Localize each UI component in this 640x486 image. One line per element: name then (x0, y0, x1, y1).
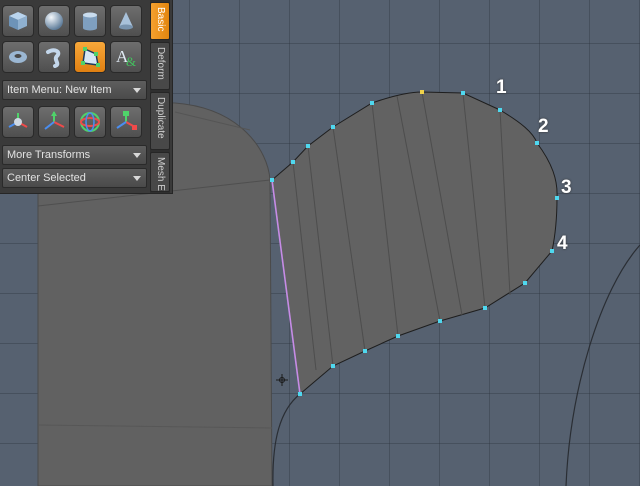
tab-basic-label: Basic (155, 7, 166, 32)
move-button[interactable] (2, 106, 34, 138)
tab-duplicate[interactable]: Duplicate (150, 92, 170, 150)
cube-icon (9, 12, 27, 30)
tab-deform[interactable]: Deform (150, 42, 170, 90)
point-label-3: 3 (561, 177, 572, 198)
crosshair-cursor-icon (276, 374, 288, 386)
point-label-1: 1 (496, 77, 507, 98)
chevron-down-icon (133, 153, 141, 158)
edited-polygon[interactable] (271, 91, 558, 395)
torus-button[interactable] (2, 41, 34, 73)
cone-icon (119, 12, 133, 30)
rotate-icon (44, 111, 65, 130)
scale-button[interactable] (74, 106, 106, 138)
tab-duplicate-label: Duplicate (155, 97, 166, 139)
capsule-icon (46, 48, 61, 68)
transform-icon (116, 111, 137, 130)
svg-text:&: & (126, 54, 136, 69)
sphere-icon (45, 12, 63, 30)
more-transforms-label: More Transforms (7, 149, 91, 161)
point-label-4: 4 (557, 233, 568, 254)
cylinder-button[interactable] (74, 5, 106, 37)
cone-button[interactable] (110, 5, 142, 37)
tab-basic[interactable]: Basic (150, 2, 170, 40)
tab-deform-label: Deform (155, 47, 166, 80)
capsule-button[interactable] (38, 41, 70, 73)
spline-curve (272, 393, 301, 486)
move-icon (8, 113, 28, 128)
transform-button[interactable] (110, 106, 142, 138)
sphere-button[interactable] (38, 5, 70, 37)
center-selected-dropdown[interactable]: Center Selected (2, 168, 147, 188)
rotate-button[interactable] (38, 106, 70, 138)
pen-tool-icon (81, 47, 100, 67)
chevron-down-icon (133, 88, 141, 93)
tab-mesh-edit[interactable]: Mesh Ed (150, 152, 170, 192)
chevron-down-icon (133, 176, 141, 181)
tab-mesh-edit-label: Mesh Ed (155, 157, 166, 192)
center-selected-label: Center Selected (7, 172, 86, 184)
point-label-2: 2 (538, 116, 549, 137)
item-menu-dropdown[interactable]: Item Menu: New Item (2, 80, 147, 100)
scale-icon (80, 112, 100, 132)
pen-tool-button[interactable] (74, 41, 106, 73)
cylinder-icon (83, 12, 97, 31)
item-menu-label: Item Menu: New Item (7, 84, 112, 96)
torus-icon (9, 51, 27, 63)
text-icon: A & (116, 47, 136, 69)
more-transforms-dropdown[interactable]: More Transforms (2, 145, 147, 165)
text-button[interactable]: A & (110, 41, 142, 73)
cube-button[interactable] (2, 5, 34, 37)
toolbox-panel: A & Item Menu: New Item More Transforms … (0, 0, 173, 194)
toolbox-tab-strip: Basic Deform Duplicate Mesh Ed (150, 0, 170, 193)
background-arc (565, 244, 640, 486)
